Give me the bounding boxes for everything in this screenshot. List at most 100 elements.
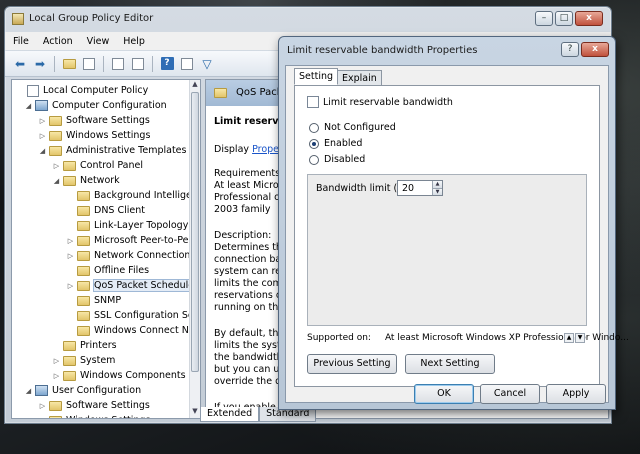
- spin-up-icon[interactable]: ▲: [432, 181, 442, 188]
- tree-item[interactable]: Printers: [52, 338, 117, 353]
- folder-icon: [77, 190, 90, 201]
- scroll-up-icon[interactable]: ▲: [190, 80, 200, 91]
- expand-arrow-icon[interactable]: ◢: [24, 387, 33, 395]
- expand-arrow-icon[interactable]: ▷: [38, 132, 47, 140]
- tree-item[interactable]: ◢ Administrative Templates: [38, 143, 187, 158]
- bandwidth-limit-stepper[interactable]: 20 ▲ ▼: [397, 180, 443, 196]
- toolbar-separator: [54, 55, 55, 72]
- description-heading: Description:: [214, 230, 272, 241]
- expand-arrow-icon[interactable]: ▷: [38, 402, 47, 410]
- tree-item[interactable]: ◢ Computer Configuration: [24, 98, 167, 113]
- radio-button[interactable]: [309, 154, 319, 165]
- description-line: Determines the: [214, 242, 288, 253]
- tree-item-label: QoS Packet Schedule: [92, 279, 196, 292]
- tree-item-label: Windows Settings: [66, 130, 151, 141]
- tree-item-label: User Configuration: [52, 385, 142, 396]
- tree-item[interactable]: ▷ Windows Settings: [38, 128, 151, 143]
- expand-arrow-icon[interactable]: ◢: [24, 102, 33, 110]
- tree-item[interactable]: Windows Connect N: [66, 323, 189, 338]
- tree-item[interactable]: ▷ QoS Packet Schedule: [66, 278, 196, 293]
- tree-item[interactable]: ◢ User Configuration: [24, 383, 141, 398]
- tree-item[interactable]: ▷ System: [52, 353, 116, 368]
- folder-icon: [49, 415, 62, 418]
- maximize-button[interactable]: □: [555, 11, 573, 26]
- tree-item[interactable]: ▷ Windows Settings: [38, 413, 150, 419]
- tree-item[interactable]: ▷ Network Connection: [66, 248, 191, 263]
- tree-item-label: Software Settings: [66, 115, 150, 126]
- tree-item[interactable]: DNS Client: [66, 203, 145, 218]
- scroll-down-icon[interactable]: ▼: [575, 333, 585, 343]
- tree-item[interactable]: ▷ Software Settings: [38, 113, 150, 128]
- expand-arrow-icon[interactable]: ◢: [52, 177, 61, 185]
- tree-item[interactable]: Local Computer Policy: [16, 83, 148, 98]
- bandwidth-limit-value[interactable]: 20: [402, 183, 414, 194]
- tree-item-label: DNS Client: [94, 205, 145, 216]
- menu-action[interactable]: Action: [43, 36, 73, 47]
- dialog-close-button[interactable]: x: [581, 42, 609, 57]
- radio-disabled[interactable]: Disabled: [309, 154, 365, 165]
- folder-icon: [77, 325, 90, 336]
- setting-panel: Limit reservable bandwidth Not Configure…: [294, 85, 629, 387]
- tab-explain[interactable]: Explain: [337, 70, 382, 85]
- expand-arrow-icon[interactable]: ▷: [38, 417, 47, 419]
- tree-item[interactable]: ▷ Software Settings: [38, 398, 150, 413]
- dialog-body: Setting Explain Limit reservable bandwid…: [285, 65, 629, 404]
- folder-icon: [77, 295, 90, 306]
- export-list-icon[interactable]: [129, 55, 147, 73]
- tree-item-label: Link-Layer Topology: [94, 220, 189, 231]
- expand-arrow-icon[interactable]: ▷: [52, 357, 61, 365]
- title-bar[interactable]: Local Group Policy Editor – □ x: [5, 7, 611, 31]
- tab-setting[interactable]: Setting: [294, 68, 339, 85]
- back-arrow-icon[interactable]: ⬅: [11, 55, 29, 73]
- folder-icon: [77, 220, 90, 231]
- expand-arrow-icon[interactable]: ▷: [52, 372, 61, 380]
- scroll-thumb[interactable]: [191, 92, 199, 372]
- folder-icon: [63, 160, 76, 171]
- tree-item[interactable]: ▷ Control Panel: [52, 158, 143, 173]
- radio-button-selected[interactable]: [309, 138, 319, 149]
- forward-arrow-icon[interactable]: ➡: [31, 55, 49, 73]
- expand-arrow-icon[interactable]: ◢: [38, 147, 47, 155]
- tree-scrollbar[interactable]: ▲ ▼: [189, 80, 200, 418]
- apply-button[interactable]: Apply: [546, 384, 606, 404]
- cancel-button[interactable]: Cancel: [480, 384, 540, 404]
- ok-button[interactable]: OK: [414, 384, 474, 404]
- show-hide-tree-icon[interactable]: [80, 55, 98, 73]
- dialog-help-button[interactable]: ?: [561, 42, 579, 57]
- menu-view[interactable]: View: [87, 36, 110, 47]
- close-button[interactable]: x: [575, 11, 603, 26]
- tree-item[interactable]: Link-Layer Topology: [66, 218, 188, 233]
- properties-icon[interactable]: [109, 55, 127, 73]
- expand-arrow-icon[interactable]: ▷: [52, 162, 61, 170]
- scroll-down-icon[interactable]: ▼: [190, 407, 200, 418]
- tree-item[interactable]: ▷ Microsoft Peer-to-Pe: [66, 233, 189, 248]
- radio-button[interactable]: [309, 122, 319, 133]
- folder-icon: [49, 115, 62, 126]
- view-pane-icon[interactable]: [178, 55, 196, 73]
- menu-file[interactable]: File: [13, 36, 29, 47]
- menu-help[interactable]: Help: [123, 36, 145, 47]
- scroll-up-icon[interactable]: ▲: [564, 333, 574, 343]
- tree-item[interactable]: Background Intellige: [66, 188, 192, 203]
- help-icon[interactable]: ?: [158, 55, 176, 73]
- tree-pane[interactable]: Local Computer Policy ◢ Computer Configura…: [11, 79, 201, 419]
- tree-item[interactable]: SSL Configuration Se: [66, 308, 194, 323]
- tree-item[interactable]: SNMP: [66, 293, 121, 308]
- up-folder-icon[interactable]: [60, 55, 78, 73]
- tree-item[interactable]: ◢ Network: [52, 173, 120, 188]
- next-setting-button[interactable]: Next Setting: [405, 354, 495, 374]
- expand-arrow-icon[interactable]: ▷: [66, 237, 75, 245]
- radio-not-configured[interactable]: Not Configured: [309, 122, 396, 133]
- minimize-button[interactable]: –: [535, 11, 553, 26]
- expand-arrow-icon[interactable]: ▷: [38, 117, 47, 125]
- folder-icon: [49, 400, 62, 411]
- spin-down-icon[interactable]: ▼: [432, 188, 442, 195]
- previous-setting-button[interactable]: Previous Setting: [307, 354, 397, 374]
- radio-enabled[interactable]: Enabled: [309, 138, 362, 149]
- tree-item[interactable]: ▷ Windows Components: [52, 368, 186, 383]
- tree-item[interactable]: Offline Files: [66, 263, 149, 278]
- expand-arrow-icon[interactable]: ▷: [66, 252, 75, 260]
- filter-icon[interactable]: ▽: [198, 55, 216, 73]
- expand-arrow-icon[interactable]: ▷: [66, 282, 75, 290]
- tab-extended[interactable]: Extended: [200, 407, 260, 422]
